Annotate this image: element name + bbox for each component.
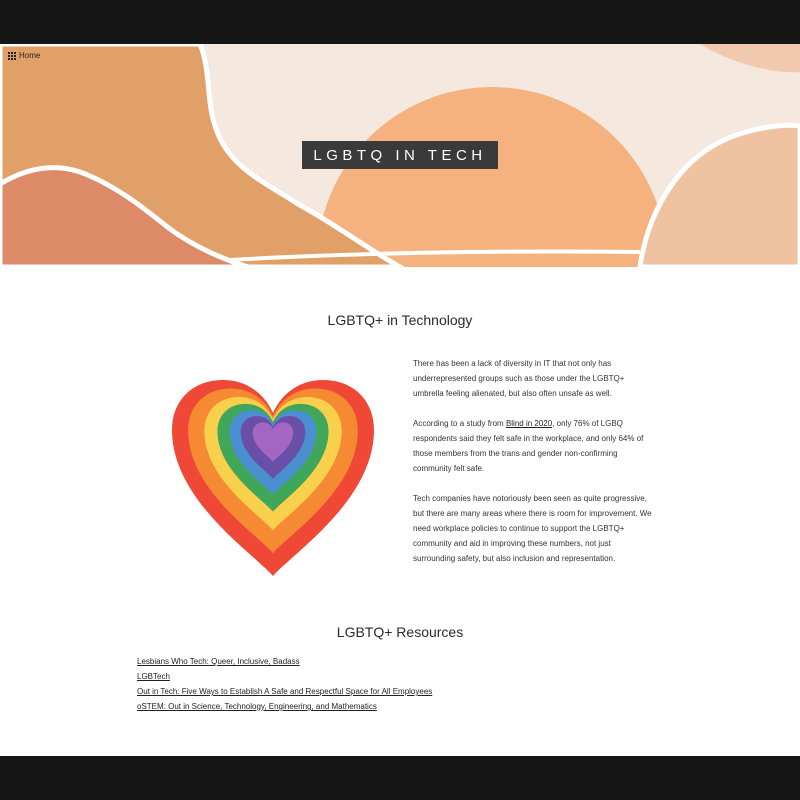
home-link[interactable]: Home	[8, 51, 40, 60]
resource-item: Out in Tech: Five Ways to Establish A Sa…	[137, 684, 432, 699]
blind-2020-link[interactable]: Blind in 2020	[506, 419, 552, 428]
grid-icon	[8, 51, 16, 60]
resource-item: oSTEM: Out in Science, Technology, Engin…	[137, 699, 432, 714]
resource-list: Lesbians Who Tech: Queer, Inclusive, Bad…	[137, 654, 432, 714]
tech-text-column: There has been a lack of diversity in IT…	[413, 356, 653, 581]
rainbow-heart-image	[172, 380, 374, 576]
hero-title: LGBTQ IN TECH	[302, 141, 498, 169]
tech-paragraph-3: Tech companies have notoriously been see…	[413, 494, 652, 563]
tech-paragraph-2-start: According to a study from	[413, 419, 506, 428]
hero-banner: Home LGBTQ IN TECH	[0, 44, 800, 267]
resource-item: LGBTech	[137, 669, 432, 684]
resource-item: Lesbians Who Tech: Queer, Inclusive, Bad…	[137, 654, 432, 669]
resource-link-lesbians-who-tech[interactable]: Lesbians Who Tech: Queer, Inclusive, Bad…	[137, 657, 300, 666]
resource-link-ostem[interactable]: oSTEM: Out in Science, Technology, Engin…	[137, 702, 377, 711]
resource-link-lgbtech[interactable]: LGBTech	[137, 672, 170, 681]
tech-paragraph-2: According to a study from Blind in 2020,…	[413, 416, 653, 476]
section-heading-resources: LGBTQ+ Resources	[336, 624, 464, 640]
home-link-label: Home	[19, 51, 41, 60]
tech-paragraph-1: There has been a lack of diversity in IT…	[413, 359, 625, 398]
page: Home LGBTQ IN TECH LGBTQ+ in Technology …	[0, 44, 800, 756]
resource-link-out-in-tech[interactable]: Out in Tech: Five Ways to Establish A Sa…	[137, 687, 432, 696]
section-heading-tech: LGBTQ+ in Technology	[327, 312, 473, 328]
rainbow-heart-icon	[172, 380, 374, 576]
